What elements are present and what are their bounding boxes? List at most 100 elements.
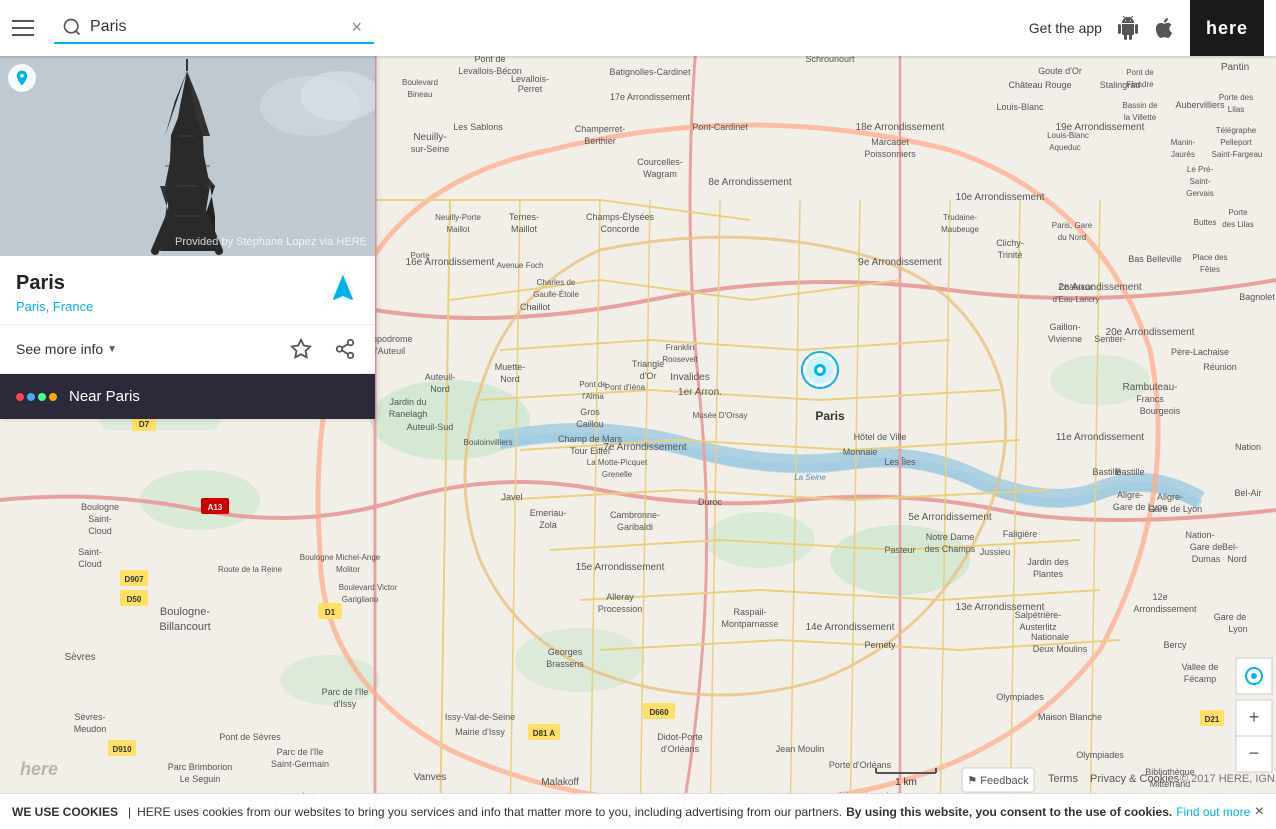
svg-text:D21: D21 <box>1205 715 1220 724</box>
side-panel: Provided by Stéphane Lopez via HERE Pari… <box>0 56 375 419</box>
svg-text:Plantes: Plantes <box>1033 569 1064 579</box>
svg-text:Caillou: Caillou <box>576 419 604 429</box>
svg-text:Emeriau-: Emeriau- <box>530 508 567 518</box>
dot-green <box>38 393 46 401</box>
svg-text:Gaillon-: Gaillon- <box>1049 322 1080 332</box>
svg-text:Gros: Gros <box>580 407 600 417</box>
info-section: Paris Paris, France <box>0 256 375 325</box>
svg-text:Roosevelt: Roosevelt <box>662 355 698 364</box>
svg-text:Père-Lachaise: Père-Lachaise <box>1171 347 1229 357</box>
svg-text:Saint-: Saint- <box>88 514 112 524</box>
svg-text:Pont d'Iéna: Pont d'Iéna <box>605 383 646 392</box>
svg-text:Gervais: Gervais <box>1186 189 1214 198</box>
svg-text:Georges: Georges <box>548 647 583 657</box>
svg-text:Jardin des: Jardin des <box>1027 557 1069 567</box>
svg-text:Fêtes: Fêtes <box>1200 265 1220 274</box>
svg-text:Pont de Sèvres: Pont de Sèvres <box>219 732 281 742</box>
svg-text:Buttes: Buttes <box>1194 218 1217 227</box>
near-paris-section[interactable]: Near Paris <box>0 374 375 419</box>
svg-text:1 km: 1 km <box>895 777 917 788</box>
svg-text:Francs: Francs <box>1136 394 1164 404</box>
svg-text:Issy-Val-de-Seine: Issy-Val-de-Seine <box>445 712 515 722</box>
android-icon[interactable] <box>1114 14 1142 42</box>
svg-text:Poissonniers: Poissonniers <box>864 149 916 159</box>
cookie-close-button[interactable]: × <box>1255 803 1264 821</box>
svg-text:Jussieu: Jussieu <box>980 547 1011 557</box>
share-button[interactable] <box>331 335 359 363</box>
svg-text:d'Issy: d'Issy <box>334 699 357 709</box>
svg-text:Salpétrière-: Salpétrière- <box>1015 610 1062 620</box>
svg-text:Aligre-: Aligre- <box>1157 492 1183 502</box>
svg-text:Goute d'Or: Goute d'Or <box>1038 66 1082 76</box>
svg-text:La Seine: La Seine <box>794 473 826 482</box>
svg-text:La Motte-Picquet: La Motte-Picquet <box>587 458 648 467</box>
svg-text:11e Arrondissement: 11e Arrondissement <box>1056 432 1144 443</box>
svg-text:Cloud: Cloud <box>88 526 112 536</box>
svg-text:Porte: Porte <box>1228 208 1248 217</box>
svg-text:Vallee de: Vallee de <box>1182 662 1219 672</box>
svg-text:Parc de l'île: Parc de l'île <box>322 687 369 697</box>
svg-text:Maillot: Maillot <box>446 225 470 234</box>
svg-text:Vivienne: Vivienne <box>1048 334 1082 344</box>
svg-text:du Nord: du Nord <box>1058 233 1086 242</box>
svg-text:Gare de Lyon: Gare de Lyon <box>1113 502 1167 512</box>
svg-text:Les Sablons: Les Sablons <box>453 122 503 132</box>
svg-text:Arrondissement: Arrondissement <box>1133 604 1197 614</box>
see-more-info-button[interactable]: See more info ▼ <box>16 341 117 357</box>
cookie-separator: | <box>128 805 131 819</box>
svg-text:Louis-Blanc: Louis-Blanc <box>996 102 1044 112</box>
svg-text:Sèvres: Sèvres <box>64 652 95 663</box>
svg-text:Billancourt: Billancourt <box>159 621 210 633</box>
svg-text:sur-Seine: sur-Seine <box>411 144 450 154</box>
svg-text:Notre Dame: Notre Dame <box>926 532 975 542</box>
svg-text:10e Arrondissement: 10e Arrondissement <box>956 192 1045 203</box>
svg-text:Bercy: Bercy <box>1163 640 1187 650</box>
svg-text:Gaulle-Étoile: Gaulle-Étoile <box>533 290 579 299</box>
navigate-button[interactable] <box>327 272 359 309</box>
svg-text:Berthier: Berthier <box>584 136 616 146</box>
svg-text:Austerlitz: Austerlitz <box>1019 622 1057 632</box>
save-button[interactable] <box>287 335 315 363</box>
svg-text:Cambronne-: Cambronne- <box>610 510 660 520</box>
svg-text:Concorde: Concorde <box>600 224 639 234</box>
svg-text:Alleray: Alleray <box>606 592 634 602</box>
svg-text:des Champs: des Champs <box>925 544 976 554</box>
svg-text:Champerret-: Champerret- <box>575 124 626 134</box>
svg-text:Boulogne Michel-Ange: Boulogne Michel-Ange <box>300 553 381 562</box>
svg-text:Bassin de: Bassin de <box>1122 101 1158 110</box>
svg-text:Saint-Germain: Saint-Germain <box>271 759 329 769</box>
find-out-more-link[interactable]: Find out more <box>1176 805 1250 819</box>
svg-text:⚑ Feedback: ⚑ Feedback <box>967 775 1029 787</box>
svg-text:Pantin: Pantin <box>1221 62 1249 73</box>
svg-text:Nation-: Nation- <box>1185 530 1214 540</box>
svg-text:Rambuteau-: Rambuteau- <box>1122 382 1177 393</box>
hamburger-menu-button[interactable] <box>12 12 44 44</box>
place-name: Paris <box>16 272 93 295</box>
svg-text:Le Pré-: Le Pré- <box>1187 165 1214 174</box>
svg-text:Pernety: Pernety <box>864 640 896 650</box>
svg-text:Batignolles-Cardinet: Batignolles-Cardinet <box>609 67 691 77</box>
svg-text:Raspail-: Raspail- <box>733 607 766 617</box>
svg-text:Zola: Zola <box>539 520 557 530</box>
search-input[interactable] <box>90 18 290 36</box>
svg-text:Paris: Paris <box>815 409 845 423</box>
svg-text:17e Arrondissement: 17e Arrondissement <box>610 92 691 102</box>
svg-text:Louis-Blanc: Louis-Blanc <box>1047 131 1089 140</box>
svg-text:Boulevard: Boulevard <box>402 78 438 87</box>
svg-text:Porte: Porte <box>410 251 430 260</box>
svg-text:Auteuil-: Auteuil- <box>425 372 456 382</box>
svg-text:Terms: Terms <box>1048 773 1078 785</box>
svg-text:Manin-: Manin- <box>1171 138 1196 147</box>
svg-text:D50: D50 <box>127 595 142 604</box>
svg-text:Sentier-: Sentier- <box>1094 334 1126 344</box>
svg-text:Bourgeois: Bourgeois <box>1140 406 1181 416</box>
svg-text:Maillot: Maillot <box>511 224 538 234</box>
svg-text:15e Arrondissement: 15e Arrondissement <box>576 562 665 573</box>
svg-text:18e Arrondissement: 18e Arrondissement <box>856 122 945 133</box>
apple-icon[interactable] <box>1150 14 1178 42</box>
clear-search-button[interactable]: × <box>347 17 366 38</box>
svg-text:Boulevard Victor: Boulevard Victor <box>339 583 398 592</box>
svg-text:Maison Blanche: Maison Blanche <box>1038 712 1102 722</box>
cookie-bar: WE USE COOKIES | HERE uses cookies from … <box>0 793 1276 829</box>
svg-text:here: here <box>20 759 58 779</box>
